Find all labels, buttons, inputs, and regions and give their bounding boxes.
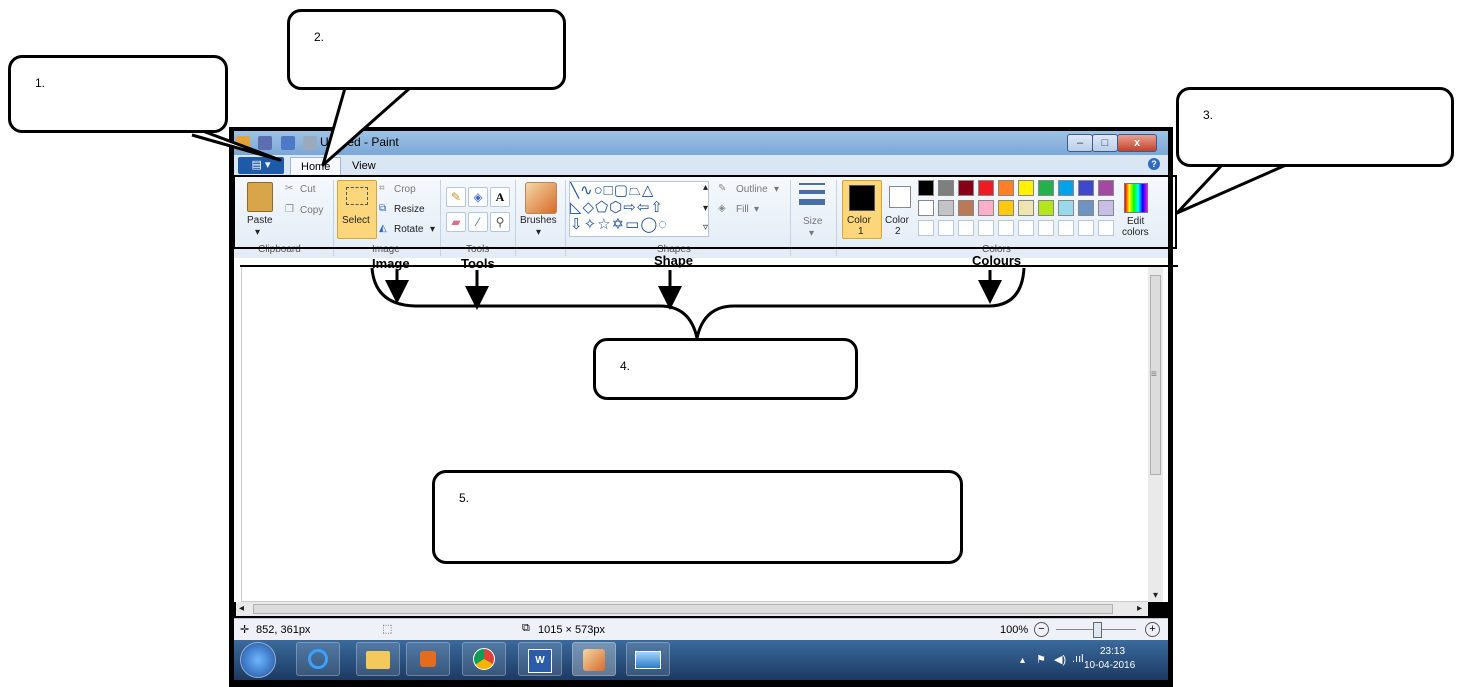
callout-5: 5. (432, 470, 963, 564)
callout-4-label: 4. (620, 359, 631, 373)
callout-1: 1. (8, 55, 228, 133)
label-tools: Tools (461, 256, 495, 271)
callout-2-label: 2. (314, 30, 325, 44)
callout-2: 2. (287, 9, 566, 90)
callout-3: 3. (1176, 87, 1454, 167)
callout-4: 4. (593, 338, 858, 400)
label-shape: Shape (654, 253, 694, 268)
label-image: Image (372, 256, 410, 271)
brace (370, 267, 1026, 339)
callout-1-label: 1. (35, 76, 46, 90)
callout-3-label: 3. (1203, 108, 1214, 122)
label-colours: Colours (972, 253, 1022, 268)
callout-1-pointer (191, 128, 282, 162)
callout-2-pointer (321, 86, 411, 167)
callout-5-label: 5. (459, 491, 470, 505)
callout-3-pointer (1175, 163, 1287, 215)
ribbon-highlight-box (233, 175, 1177, 249)
